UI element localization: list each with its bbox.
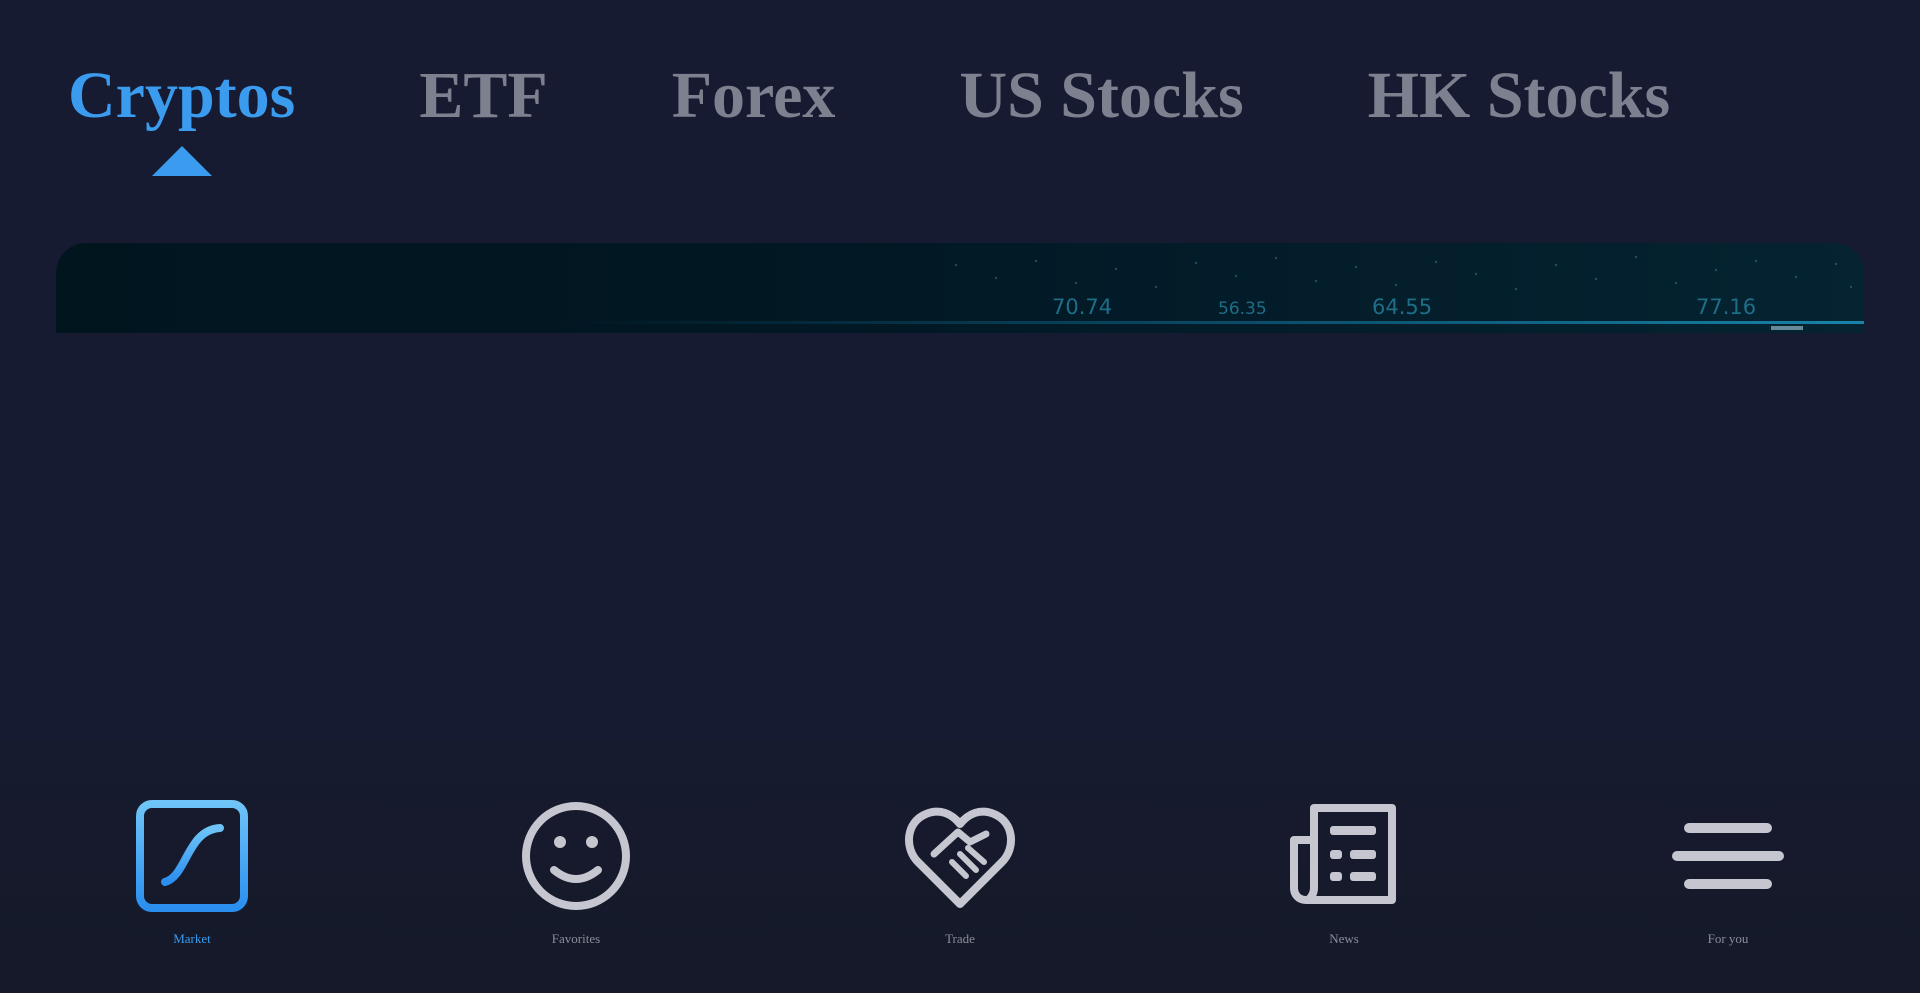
nav-item-favorites[interactable]: Favorites xyxy=(476,796,676,947)
nav-label-market: Market xyxy=(173,931,211,946)
nav-item-market[interactable]: Market xyxy=(92,796,292,947)
banner-ticker-3: 64.55 xyxy=(1372,295,1433,319)
tab-forex-label: Forex xyxy=(671,59,836,132)
tab-forex[interactable]: Forex xyxy=(672,56,836,136)
tab-etf[interactable]: ETF xyxy=(419,56,547,136)
banner-ticker-2: 56.35 xyxy=(1218,299,1267,319)
nav-item-trade[interactable]: Trade xyxy=(860,796,1060,947)
tab-us-stocks-label: US Stocks xyxy=(959,59,1244,132)
handshake-heart-icon xyxy=(904,807,1016,908)
newspaper-icon xyxy=(1290,804,1396,904)
active-tab-indicator xyxy=(151,146,212,176)
market-banner[interactable]: 70.74 56.35 64.55 77.16 xyxy=(56,243,1864,333)
bottom-navigation: Market Favorites Trade News For you xyxy=(0,740,1920,993)
chart-line-icon xyxy=(136,800,248,912)
nav-label-for-you: For you xyxy=(1707,931,1749,946)
banner-ticker-1: 70.74 xyxy=(1052,295,1113,319)
tab-hk-stocks-label: HK Stocks xyxy=(1367,59,1671,132)
tab-us-stocks[interactable]: US Stocks xyxy=(959,56,1243,136)
nav-item-for-you[interactable]: For you xyxy=(1628,796,1828,947)
banner-graphic xyxy=(556,255,1864,330)
nav-label-trade: Trade xyxy=(945,931,975,946)
menu-lines-icon xyxy=(1672,823,1784,889)
tab-etf-label: ETF xyxy=(419,59,548,132)
banner-ticker-4: 77.16 xyxy=(1696,295,1757,319)
nav-label-favorites: Favorites xyxy=(551,931,601,946)
tab-hk-stocks[interactable]: HK Stocks xyxy=(1368,56,1671,136)
nav-item-news[interactable]: News xyxy=(1244,796,1444,947)
category-tabs: Cryptos ETF Forex US Stocks HK Stocks xyxy=(68,56,1671,176)
tab-cryptos[interactable]: Cryptos xyxy=(68,56,296,176)
tab-cryptos-label: Cryptos xyxy=(68,59,296,132)
smiley-face-icon xyxy=(522,802,630,910)
nav-label-news: News xyxy=(1329,931,1359,946)
